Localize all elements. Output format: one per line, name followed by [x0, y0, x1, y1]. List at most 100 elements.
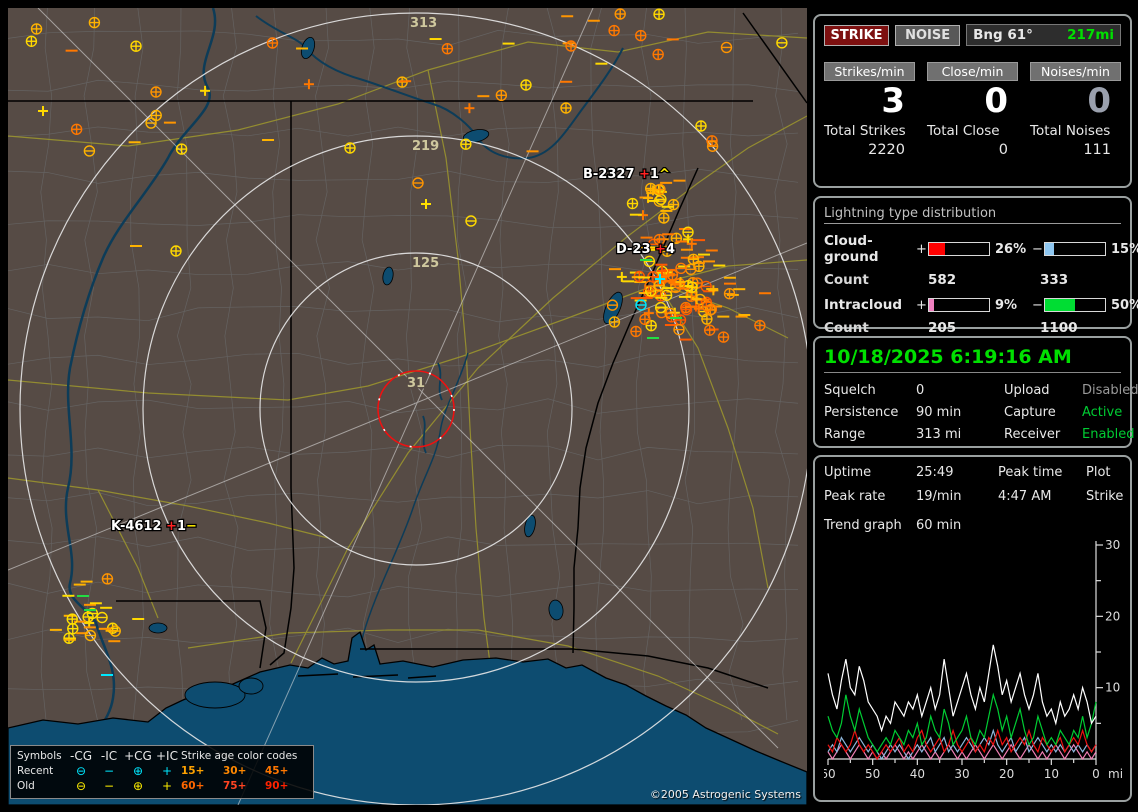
- ic-neg-bar: [1044, 298, 1106, 312]
- total-close-label: Total Close: [927, 121, 1018, 139]
- svg-text:31: 31: [407, 376, 425, 391]
- svg-text:10: 10: [1105, 681, 1120, 695]
- distribution-panel: Lightning type distribution Cloud-ground…: [813, 196, 1132, 329]
- peak-time-label: Peak time: [998, 465, 1086, 480]
- svg-text:min: min: [1108, 767, 1124, 781]
- bearing-distance: 217mi: [1067, 27, 1114, 43]
- squelch-value: 0: [916, 383, 1004, 398]
- peak-rate-label: Peak rate: [824, 489, 916, 504]
- map-canvas: B-2327 +1^ D-23 +4 K-4612 +1− 313 219 125 31: [8, 8, 807, 805]
- distribution-title: Lightning type distribution: [824, 206, 1121, 224]
- upload-status: Disabled: [1082, 383, 1138, 398]
- receiver-label: Receiver: [1004, 427, 1082, 442]
- age-code-90: 90+: [265, 779, 307, 794]
- upload-label: Upload: [1004, 383, 1082, 398]
- cg-neg-count: 333: [1040, 272, 1121, 288]
- svg-text:313: 313: [410, 16, 437, 31]
- svg-text:10: 10: [1044, 767, 1059, 781]
- svg-text:219: 219: [412, 139, 439, 154]
- circle-minus-icon: ⊖: [67, 779, 95, 794]
- lightning-map[interactable]: B-2327 +1^D-23 +4K-4612 +1− 31321912531 …: [8, 8, 807, 805]
- strikes-per-min-button[interactable]: Strikes/min: [824, 62, 915, 81]
- total-close-value: 0: [927, 139, 1018, 158]
- minus-icon: −: [95, 779, 123, 794]
- cg-neg-bar: [1044, 242, 1106, 256]
- legend-symbols-label: Symbols: [17, 749, 67, 764]
- svg-text:20: 20: [1105, 609, 1120, 623]
- svg-text:125: 125: [412, 256, 439, 271]
- total-strikes-value: 2220: [824, 139, 915, 158]
- plus-icon: +: [153, 779, 181, 794]
- plus-sign: +: [916, 242, 928, 257]
- svg-text:0: 0: [1092, 767, 1100, 781]
- bearing-readout: Bng 61° 217mi: [966, 24, 1121, 46]
- minus-icon: −: [95, 764, 123, 779]
- circle-minus-icon: ⊖: [67, 764, 95, 779]
- total-noises-value: 111: [1030, 139, 1121, 158]
- age-code-15: 15+: [181, 764, 223, 779]
- symbol-legend: Symbols -CG -IC +CG +IC Strike age color…: [10, 745, 314, 799]
- svg-text:60: 60: [824, 767, 836, 781]
- total-noises-label: Total Noises: [1030, 121, 1121, 139]
- copyright-text: ©2005 Astrogenic Systems: [650, 788, 801, 801]
- trend-graph-label: Trend graph: [824, 518, 916, 533]
- range-label: Range: [824, 427, 916, 442]
- circle-plus-icon: ⊕: [123, 779, 153, 794]
- persistence-value: 90 min: [916, 405, 1004, 420]
- receiver-status: Enabled: [1082, 427, 1138, 442]
- total-strikes-label: Total Strikes: [824, 121, 915, 139]
- svg-text:K-4612 +1−: K-4612 +1−: [111, 519, 197, 534]
- peak-rate-value: 19/min: [916, 489, 998, 504]
- plot-label: Plot: [1086, 465, 1123, 480]
- ic-neg-count: 1100: [1040, 320, 1121, 336]
- cg-pos-pct: 26%: [990, 242, 1032, 257]
- plus-icon: +: [153, 764, 181, 779]
- strike-mode-button[interactable]: STRIKE: [824, 25, 889, 46]
- counters-panel: STRIKE NOISE Bng 61° 217mi Strikes/min C…: [813, 14, 1132, 188]
- peak-time-value: 4:47 AM: [998, 489, 1086, 504]
- circle-plus-icon: ⊕: [123, 764, 153, 779]
- cg-neg-pct: 15%: [1106, 242, 1138, 257]
- legend-col-pic: +IC: [153, 749, 181, 764]
- uptime-value: 25:49: [916, 465, 998, 480]
- intracloud-label: Intracloud: [824, 297, 916, 313]
- svg-text:B-2327 +1^: B-2327 +1^: [583, 167, 670, 182]
- cloud-ground-label: Cloud-ground: [824, 233, 916, 265]
- capture-status: Active: [1082, 405, 1138, 420]
- close-per-min-button[interactable]: Close/min: [927, 62, 1018, 81]
- ic-neg-pct: 50%: [1106, 298, 1138, 313]
- bearing-label: Bng 61°: [973, 27, 1033, 43]
- cg-pos-bar: [928, 242, 990, 256]
- legend-col-ncg: -CG: [67, 749, 95, 764]
- legend-recent-label: Recent: [17, 764, 67, 779]
- svg-text:20: 20: [999, 767, 1014, 781]
- plot-mode-value: Strike: [1086, 489, 1123, 504]
- trend-graph-chart: 1020300102030405060min: [824, 535, 1124, 793]
- ic-pos-pct: 9%: [990, 298, 1032, 313]
- noise-mode-button[interactable]: NOISE: [895, 25, 960, 46]
- svg-text:D-23 +4: D-23 +4: [616, 242, 675, 257]
- cg-pos-count: 582: [928, 272, 1040, 288]
- svg-text:40: 40: [910, 767, 925, 781]
- svg-text:30: 30: [954, 767, 969, 781]
- noises-per-min-button[interactable]: Noises/min: [1030, 62, 1121, 81]
- age-code-30: 30+: [223, 764, 265, 779]
- legend-age-title: Strike age color codes: [181, 749, 307, 764]
- trend-graph-value: 60 min: [916, 518, 1121, 533]
- trend-panel: Uptime 25:49 Peak time Plot Peak rate 19…: [813, 455, 1132, 802]
- svg-text:30: 30: [1105, 538, 1120, 552]
- ic-pos-bar: [928, 298, 990, 312]
- status-panel: 10/18/2025 6:19:16 AM Squelch 0 Upload D…: [813, 336, 1132, 448]
- noises-rate-value: 0: [1030, 81, 1121, 121]
- close-rate-value: 0: [927, 81, 1018, 121]
- persistence-label: Persistence: [824, 405, 916, 420]
- age-code-45: 45+: [265, 764, 307, 779]
- uptime-label: Uptime: [824, 465, 916, 480]
- age-code-60: 60+: [181, 779, 223, 794]
- strikes-rate-value: 3: [824, 81, 915, 121]
- count-label: Count: [824, 272, 928, 288]
- ic-pos-count: 205: [928, 320, 1040, 336]
- legend-old-label: Old: [17, 779, 67, 794]
- count-label: Count: [824, 320, 928, 336]
- range-value: 313 mi: [916, 427, 1004, 442]
